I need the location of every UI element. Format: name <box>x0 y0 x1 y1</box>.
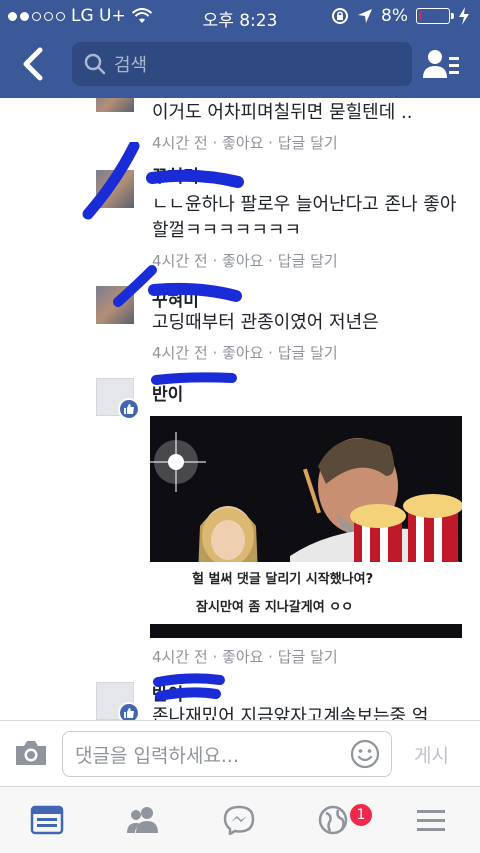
header: LG U+ 오후 8:23 8% 검색 <box>0 0 480 98</box>
redaction-scribble <box>153 673 225 701</box>
image-caption-line: 잠시만여 좀 지나갈게여 ㅇㅇ <box>196 600 354 615</box>
comment-input-placeholder: 댓글을 입력하세요... <box>75 744 239 767</box>
navbar: 검색 <box>0 38 480 90</box>
comment-text: 이거도 어차피며칠뒤면 묻힐텐데 .. <box>152 102 413 123</box>
battery-icon <box>416 8 454 24</box>
sticker-smiley-icon[interactable] <box>350 739 380 769</box>
messenger-tab-icon[interactable] <box>222 805 256 835</box>
avatar[interactable] <box>96 98 134 112</box>
news-feed-tab-icon[interactable] <box>30 805 64 835</box>
comment-input[interactable]: 댓글을 입력하세요... <box>62 731 392 777</box>
friend-requests-tab-icon[interactable] <box>126 805 160 835</box>
comment-meta[interactable]: 4시간 전 · 좋아요 · 답글 달기 <box>152 342 338 363</box>
camera-icon[interactable] <box>14 739 48 767</box>
back-chevron-icon[interactable] <box>18 46 48 82</box>
search-icon <box>84 53 106 75</box>
like-badge-icon <box>118 398 140 420</box>
status-bar: LG U+ 오후 8:23 8% <box>0 0 480 32</box>
comment-composer: 댓글을 입력하세요... 게시 <box>0 720 480 786</box>
notifications-globe-icon[interactable] <box>318 805 352 835</box>
redaction-scribble <box>151 372 237 385</box>
image-caption-line: 헐 벌써 댓글 달리기 시작했나여? <box>192 572 374 587</box>
comment-meta[interactable]: 4시간 전 · 좋아요 · 답글 달기 <box>152 646 338 667</box>
search-placeholder: 검색 <box>114 55 148 76</box>
redaction-scribble <box>82 142 244 220</box>
comment-feed[interactable]: 이거도 어차피며칠뒤면 묻힐텐데 .. 4시간 전 · 좋아요 · 답글 달기 … <box>0 98 480 720</box>
bottom-tab-bar <box>0 786 480 853</box>
search-input[interactable]: 검색 <box>72 42 412 86</box>
rotation-lock-icon <box>332 8 349 24</box>
comment-photo[interactable]: 헐 벌써 댓글 달리기 시작했나여? 잠시만여 좀 지나갈게여 ㅇㅇ <box>150 416 462 638</box>
menu-hamburger-icon[interactable] <box>414 805 448 835</box>
charging-bolt-icon <box>459 7 469 25</box>
comment-text: 고딩때부터 관종이였어 저년은 <box>152 312 379 333</box>
post-button[interactable]: 게시 <box>414 741 449 768</box>
notification-count-badge: 1 <box>348 802 374 828</box>
location-arrow-icon <box>358 9 373 23</box>
like-badge-icon <box>118 702 140 720</box>
image-caption: 헐 벌써 댓글 달리기 시작했나여? 잠시만여 좀 지나갈게여 ㅇㅇ <box>150 562 462 624</box>
comment-text: 존나재밌어 지금앞자고계속보는중 엌 <box>152 706 429 720</box>
friend-list-icon[interactable] <box>422 48 460 80</box>
battery-percent: 8% <box>381 6 408 26</box>
redaction-scribble <box>113 265 242 307</box>
